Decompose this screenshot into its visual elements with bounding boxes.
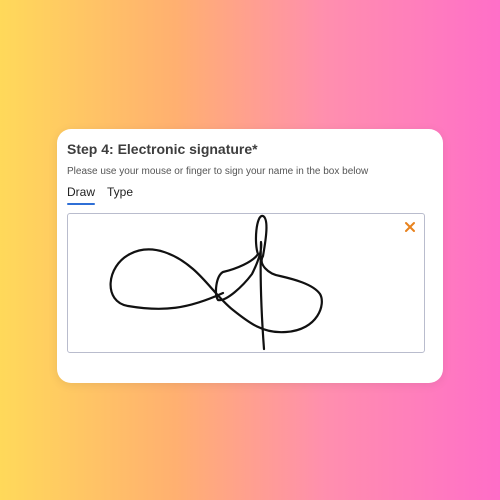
tab-draw[interactable]: Draw xyxy=(67,185,96,205)
close-icon[interactable] xyxy=(404,221,416,233)
step-title: Step 4: Electronic signature* xyxy=(67,141,258,157)
signature-stroke xyxy=(109,214,323,351)
signature-pad[interactable] xyxy=(67,213,425,353)
signature-drawing xyxy=(109,214,323,351)
signature-mode-tabs: Draw Type xyxy=(67,185,133,205)
signature-instructions: Please use your mouse or finger to sign … xyxy=(67,166,369,177)
tab-type[interactable]: Type xyxy=(107,185,133,205)
signature-card: Step 4: Electronic signature* Please use… xyxy=(57,129,443,383)
